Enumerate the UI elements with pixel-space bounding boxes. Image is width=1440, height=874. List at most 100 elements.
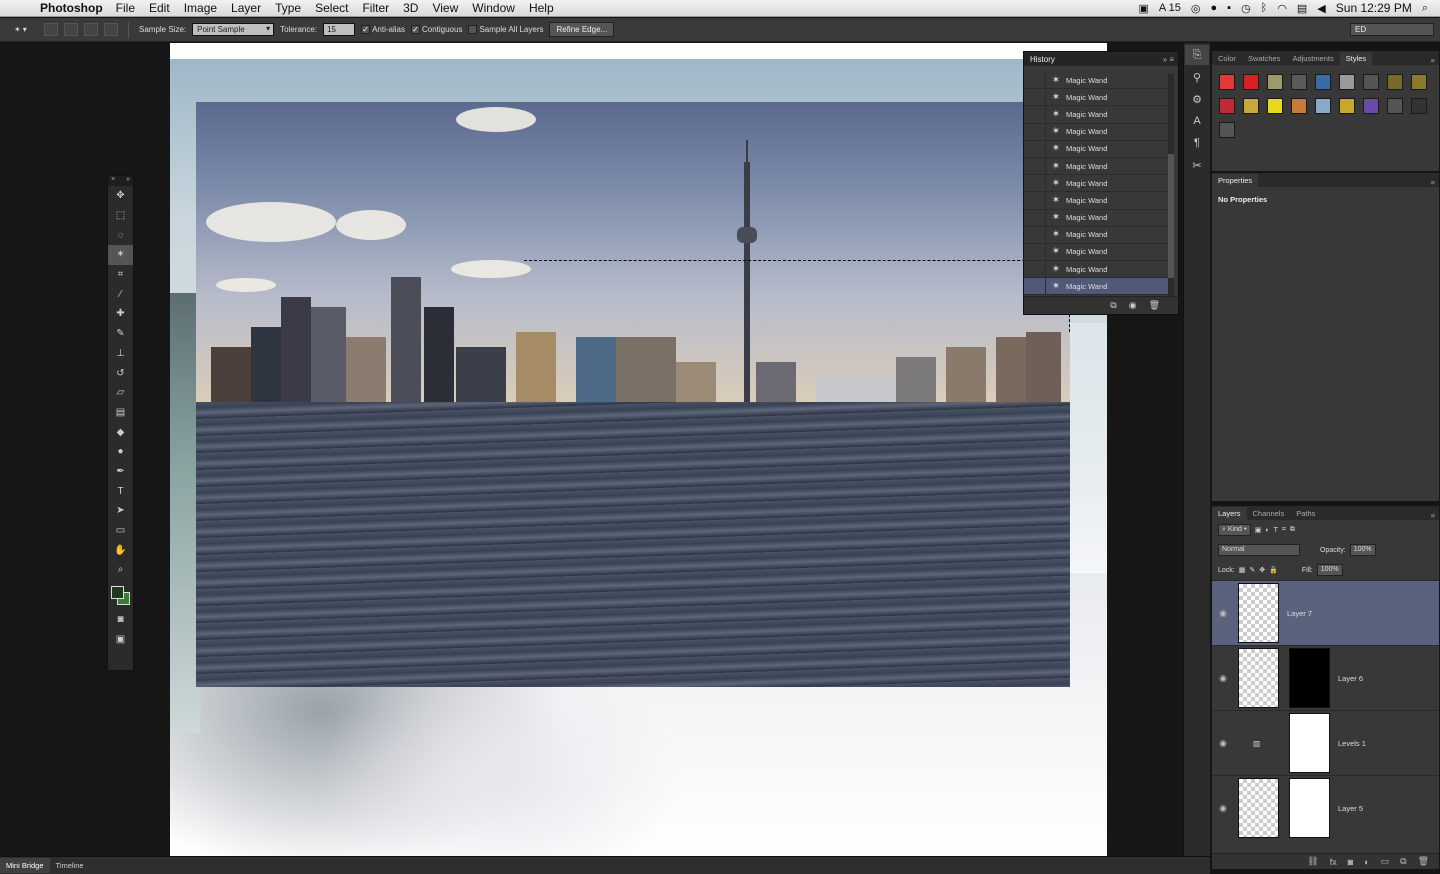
visibility-eye-icon[interactable]: ◉ (1212, 803, 1234, 814)
layer-mask-thumbnail[interactable] (1289, 713, 1330, 773)
app-name-menu[interactable]: Photoshop (38, 1, 109, 15)
sample-all-layers-toggle[interactable]: Sample All Layers (468, 25, 543, 34)
history-item[interactable]: ✶ Magic Wand (1024, 123, 1168, 141)
filter-smart-object-icon[interactable]: ⧉ (1290, 526, 1295, 534)
history-item-current[interactable]: ✶ Magic Wand (1024, 277, 1168, 296)
panel-menu-icon[interactable]: » ≡ (1163, 55, 1178, 64)
healing-brush-tool-icon[interactable]: ✚ (108, 304, 133, 324)
filter-pixel-icon[interactable]: ▣ (1255, 526, 1262, 534)
tolerance-input[interactable]: 15 (323, 23, 356, 36)
eraser-tool-icon[interactable]: ▱ (108, 383, 133, 403)
blur-tool-icon[interactable]: ◆ (108, 422, 133, 442)
contiguous-checkbox[interactable]: ✓ (410, 25, 420, 34)
history-item[interactable]: ✶ Magic Wand (1024, 157, 1168, 176)
snapshot-camera-icon[interactable]: ◉ (1129, 300, 1137, 311)
history-item[interactable]: ✶ Magic Wand (1024, 105, 1168, 124)
layer-mask-thumbnail[interactable] (1289, 648, 1330, 708)
adobe-updates-icon[interactable]: A 15 (1159, 2, 1181, 14)
filter-adjustment-icon[interactable]: ◐ (1265, 527, 1269, 534)
style-preset-swatch[interactable] (1363, 98, 1379, 114)
history-item[interactable]: ✶ Magic Wand (1024, 260, 1168, 279)
blend-mode-select[interactable]: Normal (1218, 544, 1300, 556)
bluetooth-icon[interactable]: ᛒ (1261, 2, 1268, 14)
document-canvas[interactable] (170, 43, 1107, 856)
time-machine-icon[interactable]: ◷ (1241, 2, 1251, 15)
volume-icon[interactable]: ◀ (1317, 2, 1325, 15)
marquee-tool-icon[interactable]: ⬚ (108, 206, 133, 226)
lock-position-icon[interactable]: ✥ (1259, 566, 1265, 574)
layer-row[interactable]: ◉ Layer 5 (1212, 775, 1439, 840)
history-item[interactable]: ✶ Magic Wand (1024, 71, 1168, 90)
menu-filter[interactable]: Filter (355, 1, 396, 15)
character-panel-icon[interactable]: A (1185, 111, 1209, 131)
hand-tool-icon[interactable]: ✋ (108, 540, 133, 560)
history-brush-source[interactable] (1024, 260, 1046, 278)
style-preset-swatch[interactable] (1219, 98, 1235, 114)
panel-menu-icon[interactable]: ≡ (1431, 511, 1439, 520)
history-item[interactable]: ✶ Magic Wand (1024, 88, 1168, 107)
new-group-icon[interactable]: ▭ (1381, 856, 1390, 867)
tool-preset-picker[interactable]: ✶ ▾ (14, 25, 38, 34)
style-preset-swatch[interactable] (1315, 74, 1331, 90)
layer-row-selected[interactable]: ◉ Layer 7 (1212, 580, 1439, 645)
history-tab[interactable]: History (1030, 55, 1055, 64)
gradient-tool-icon[interactable]: ▤ (108, 403, 133, 423)
history-item[interactable]: ✶ Magic Wand (1024, 209, 1168, 227)
layer-name[interactable]: Layer 6 (1338, 674, 1363, 683)
history-item[interactable]: ✶ Magic Wand (1024, 191, 1168, 210)
style-preset-swatch[interactable] (1219, 122, 1235, 138)
history-scrollbar[interactable] (1168, 74, 1174, 314)
layer-row[interactable]: ◉ Layer 6 (1212, 645, 1439, 710)
clone-stamp-tool-icon[interactable]: ⊥ (108, 344, 133, 364)
history-brush-source[interactable] (1024, 191, 1046, 209)
lock-pixels-icon[interactable]: ✎ (1249, 566, 1255, 574)
history-brush-source[interactable] (1024, 209, 1046, 227)
layer-name[interactable]: Layer 7 (1287, 609, 1312, 618)
filter-shape-icon[interactable]: ⌗ (1282, 526, 1286, 534)
tab-styles[interactable]: Styles (1339, 52, 1373, 65)
menu-help[interactable]: Help (522, 1, 561, 15)
fx-icon[interactable]: fx (1330, 857, 1337, 867)
history-brush-source[interactable] (1024, 277, 1046, 295)
contiguous-toggle[interactable]: ✓ Contiguous (410, 25, 462, 34)
menu-file[interactable]: File (109, 1, 142, 15)
tool-presets-icon[interactable]: ⚙ (1185, 89, 1209, 109)
dodge-tool-icon[interactable]: ● (108, 442, 133, 462)
history-brush-tool-icon[interactable]: ↺ (108, 363, 133, 383)
add-to-selection-button[interactable] (64, 23, 78, 36)
layer-thumbnail[interactable] (1238, 778, 1279, 838)
adjustment-layer-icon[interactable]: ◐ (1364, 857, 1369, 867)
link-layers-icon[interactable]: ⛓ (1307, 856, 1318, 867)
crop-tool-icon[interactable]: ⌗ (108, 265, 133, 285)
history-item[interactable]: ✶ Magic Wand (1024, 174, 1168, 193)
menu-select[interactable]: Select (308, 1, 355, 15)
menu-view[interactable]: View (425, 1, 465, 15)
style-preset-swatch[interactable] (1291, 98, 1307, 114)
screen-mode-icon[interactable]: ▣ (108, 629, 133, 649)
scrollbar-thumb[interactable] (1168, 154, 1174, 278)
flag-icon[interactable]: ▤ (1297, 2, 1307, 15)
spotlight-search-icon[interactable]: ⌕ (1422, 2, 1428, 15)
layer-thumbnail[interactable] (1238, 648, 1279, 708)
fill-input[interactable]: 100% (1316, 564, 1343, 576)
style-preset-swatch[interactable] (1267, 74, 1283, 90)
style-preset-swatch[interactable] (1243, 74, 1259, 90)
style-preset-swatch[interactable] (1363, 74, 1379, 90)
layer-mask-thumbnail[interactable] (1289, 778, 1330, 838)
camera-icon[interactable]: ▣ (1138, 2, 1148, 15)
lock-all-icon[interactable]: 🔒 (1269, 566, 1278, 574)
style-preset-swatch[interactable] (1339, 98, 1355, 114)
clone-source-icon[interactable]: ✂ (1185, 155, 1209, 175)
workspace-switcher[interactable]: ED (1350, 23, 1434, 36)
menu-image[interactable]: Image (177, 1, 224, 15)
add-mask-icon[interactable]: ◙ (1348, 857, 1353, 867)
move-tool-icon[interactable]: ✥ (108, 186, 133, 206)
tab-mini-bridge[interactable]: Mini Bridge (0, 858, 50, 873)
tab-timeline[interactable]: Timeline (50, 858, 90, 873)
expand-icon[interactable]: » (126, 176, 130, 186)
path-selection-tool-icon[interactable]: ➤ (108, 501, 133, 521)
new-document-from-state-icon[interactable]: ⧉ (1110, 300, 1116, 311)
trash-icon[interactable]: 🗑 (1149, 300, 1160, 311)
filter-type-icon[interactable]: T (1274, 527, 1278, 534)
type-tool-icon[interactable]: T (108, 481, 133, 501)
